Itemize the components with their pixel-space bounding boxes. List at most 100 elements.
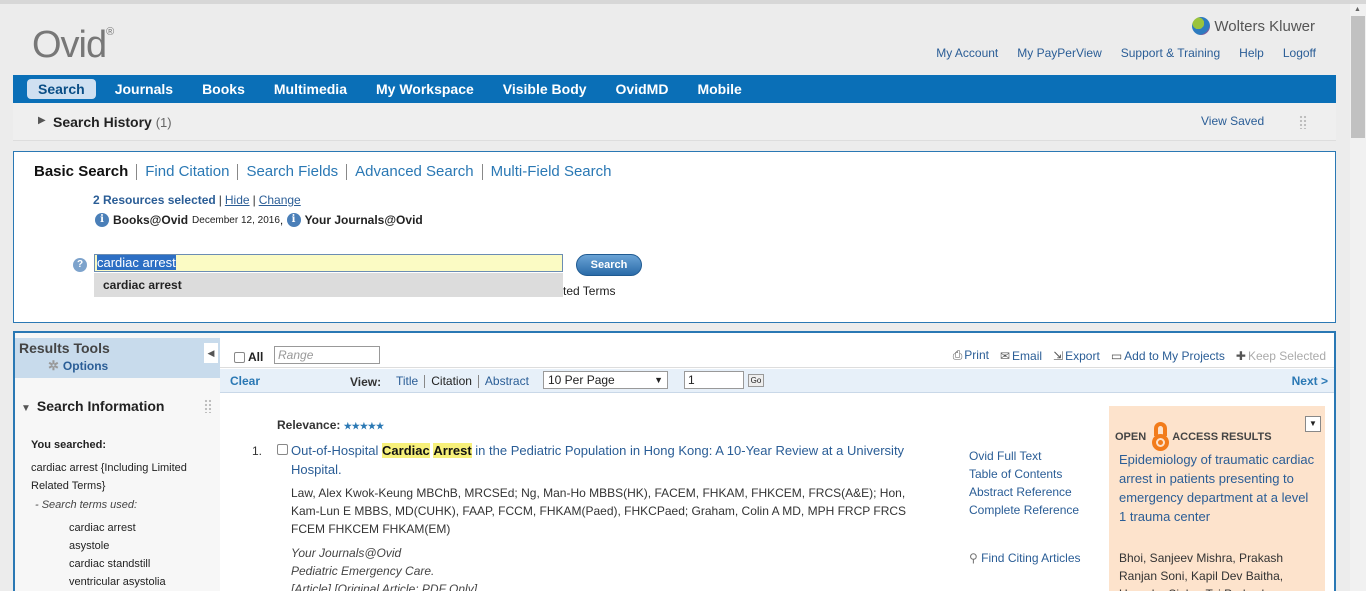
view-citation[interactable]: Citation [425, 375, 479, 388]
scroll-up-icon[interactable]: ▲ [1354, 6, 1361, 13]
related-terms-label[interactable]: ted Terms [563, 284, 615, 298]
search-input[interactable]: cardiac arrest [94, 254, 563, 272]
support-training-link[interactable]: Support & Training [1121, 46, 1220, 60]
tab-basic-search[interactable]: Basic Search [34, 164, 138, 180]
result-source: Your Journals@Ovid Pediatric Emergency C… [291, 546, 478, 591]
nav-multimedia[interactable]: Multimedia [274, 79, 347, 99]
range-input[interactable]: Range [274, 346, 380, 364]
logoff-link[interactable]: Logoff [1283, 46, 1316, 60]
wolters-kluwer-logo-icon [1192, 17, 1211, 35]
result-actions: ⎙ Print ✉ Email ⇲ Export ▭ Add to My Project… [953, 348, 1326, 363]
results-tools-sidebar: Results Tools ✲ Options ◀ ▼ Search Informa… [15, 333, 220, 591]
collapse-sidebar-icon[interactable]: ◀ [204, 343, 218, 363]
page-number-input[interactable]: 1 [684, 371, 744, 389]
search-button[interactable]: Search [576, 254, 642, 276]
search-information-toggle[interactable]: ▼ Search Information [21, 398, 165, 414]
view-abstract[interactable]: Abstract [479, 375, 535, 388]
table-of-contents-link[interactable]: Table of Contents [969, 465, 1079, 483]
wolters-kluwer-brand: Wolters Kluwer [1192, 17, 1315, 35]
search-history-bar: ▶ Search History (1) View Saved [13, 103, 1336, 141]
tab-search-fields[interactable]: Search Fields [238, 164, 348, 180]
page-scrollbar[interactable]: ▲ [1350, 4, 1366, 591]
info-icon[interactable]: i [286, 213, 301, 227]
results-toolbar: All Range ⎙ Print ✉ Email ⇲ Export ▭ Add to … [220, 343, 1334, 368]
select-all[interactable]: All [234, 350, 263, 364]
nav-mobile[interactable]: Mobile [697, 79, 741, 99]
abstract-reference-link[interactable]: Abstract Reference [969, 483, 1079, 501]
tab-advanced-search[interactable]: Advanced Search [347, 164, 483, 180]
next-page-link[interactable]: Next > [1292, 374, 1328, 388]
hide-link[interactable]: Hide [225, 193, 250, 207]
relevance-stars: ★★★★★ [343, 421, 385, 431]
view-saved-link[interactable]: View Saved [1201, 114, 1264, 128]
expand-triangle-icon[interactable]: ▶ [38, 115, 46, 126]
you-searched-label: You searched: [31, 439, 106, 451]
nav-journals[interactable]: Journals [115, 79, 173, 99]
nav-search[interactable]: Search [27, 79, 96, 99]
keep-selected-button[interactable]: ✚ Keep Selected [1236, 349, 1326, 363]
result-title-link[interactable]: Out-of-Hospital Cardiac Arrest in the Pe… [291, 441, 931, 479]
nav-my-workspace[interactable]: My Workspace [376, 79, 474, 99]
result-checkbox[interactable] [277, 444, 288, 455]
nav-books[interactable]: Books [202, 79, 245, 99]
find-citing-articles-link[interactable]: ⚲ Find Citing Articles [969, 551, 1081, 565]
options-link[interactable]: ✲ Options [48, 358, 108, 374]
per-page-select[interactable]: 10 Per Page ▼ [543, 371, 668, 389]
results-tools-header: Results Tools ✲ Options [15, 338, 220, 378]
autocomplete-suggestion[interactable]: cardiac arrest [94, 273, 563, 297]
print-button[interactable]: ⎙ Print [953, 348, 989, 363]
open-access-box: OPEN ACCESS RESULTS ▼ Epidemiology of tr… [1109, 406, 1325, 591]
complete-reference-link[interactable]: Complete Reference [969, 501, 1079, 519]
header: Ovid® Wolters Kluwer My Account My PayPe… [0, 4, 1350, 75]
drag-handle-icon[interactable] [1299, 115, 1307, 129]
help-link[interactable]: Help [1239, 46, 1264, 60]
my-account-link[interactable]: My Account [936, 46, 998, 60]
open-access-authors: Bhoi, Sanjeev Mishra, Prakash Ranjan Son… [1119, 551, 1284, 591]
clear-button[interactable]: Clear [230, 374, 260, 388]
export-button[interactable]: ⇲ Export [1053, 349, 1100, 363]
search-panel: Basic Search Find Citation Search Fields… [13, 151, 1336, 323]
ovid-full-text-link[interactable]: Ovid Full Text [969, 447, 1079, 465]
select-all-checkbox[interactable] [234, 351, 245, 363]
scrollbar-thumb[interactable] [1351, 16, 1365, 138]
open-access-title-link[interactable]: Epidemiology of traumatic cardiac arrest… [1119, 450, 1319, 526]
email-button[interactable]: ✉ Email [1000, 349, 1042, 363]
change-link[interactable]: Change [259, 193, 301, 207]
open-access-header: OPEN ACCESS RESULTS [1115, 422, 1272, 452]
info-icon[interactable]: i [95, 213, 109, 227]
search-terms-heading: - Search terms used: [35, 499, 138, 511]
nav-ovidmd[interactable]: OvidMD [616, 79, 669, 99]
drag-handle-icon[interactable] [204, 399, 212, 413]
help-question-icon[interactable]: ? [73, 258, 87, 272]
folder-add-icon: ▭ [1110, 348, 1123, 363]
results-tools-title: Results Tools [19, 340, 110, 356]
add-to-projects-button[interactable]: ▭ Add to My Projects [1111, 349, 1225, 363]
main-nav: Search Journals Books Multimedia My Work… [13, 75, 1336, 103]
result-number: 1. [252, 444, 263, 458]
printer-icon: ⎙ [952, 348, 963, 362]
export-icon: ⇲ [1053, 348, 1064, 363]
magnifier-icon: ⚲ [969, 551, 978, 565]
keep-icon: ✚ [1235, 348, 1246, 363]
tab-find-citation[interactable]: Find Citation [137, 164, 239, 180]
database-books-ovid: Books@Ovid [113, 213, 189, 227]
account-links: My Account My PayPerView Support & Train… [936, 46, 1316, 60]
view-title[interactable]: Title [390, 375, 426, 388]
search-terms-list: cardiac arrest asystole cardiac standsti… [69, 519, 166, 591]
go-button[interactable]: Go [748, 374, 764, 387]
search-term: asystole [69, 540, 110, 552]
search-term: ventricular asystolia [69, 576, 166, 588]
view-options: Title Citation Abstract [390, 375, 535, 388]
open-access-dropdown-icon[interactable]: ▼ [1305, 416, 1321, 432]
tab-multi-field-search[interactable]: Multi-Field Search [483, 164, 620, 180]
result-links: Ovid Full Text Table of Contents Abstrac… [969, 447, 1079, 519]
results-panel: Results Tools ✲ Options ◀ ▼ Search Informa… [13, 331, 1336, 591]
search-term: cardiac arrest [69, 522, 136, 534]
search-history-toggle[interactable]: Search History (1) [53, 114, 172, 130]
open-access-lock-icon [1149, 422, 1170, 452]
database-your-journals: Your Journals@Ovid [304, 213, 423, 227]
gear-icon: ✲ [48, 358, 59, 373]
my-payperview-link[interactable]: My PayPerView [1017, 46, 1101, 60]
nav-visible-body[interactable]: Visible Body [503, 79, 587, 99]
ovid-logo[interactable]: Ovid® [32, 24, 114, 67]
